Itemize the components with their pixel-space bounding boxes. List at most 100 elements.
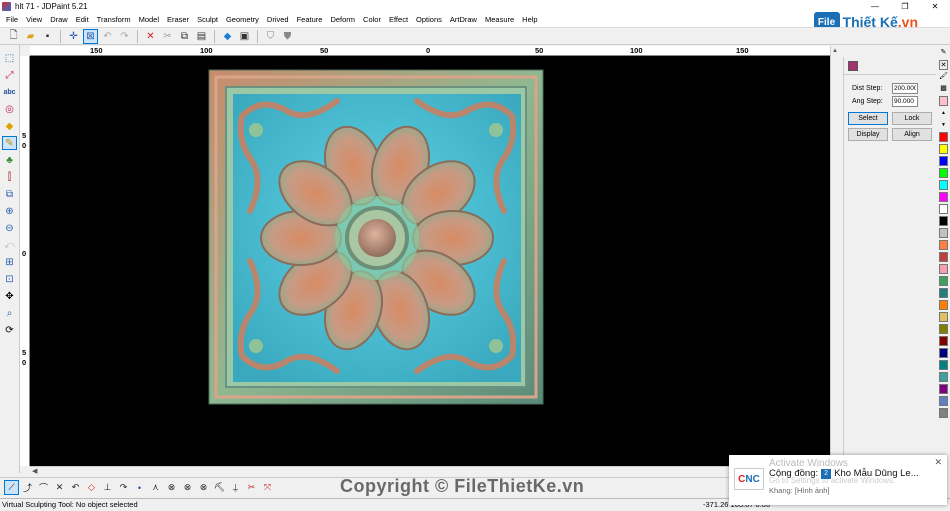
horizontal-scrollbar[interactable]: ◀ ▶ xyxy=(30,466,840,476)
color-swatch[interactable] xyxy=(939,204,948,214)
lock-button[interactable]: Lock xyxy=(892,112,932,125)
menu-measure[interactable]: Measure xyxy=(481,13,518,27)
shield-outline-icon[interactable]: ⛉ xyxy=(263,29,278,44)
select-button[interactable]: Select xyxy=(848,112,888,125)
color-swatch[interactable] xyxy=(939,348,948,358)
tangent-tool-icon[interactable]: ↷ xyxy=(116,480,131,495)
diamond-tool-icon[interactable]: ◇ xyxy=(84,480,99,495)
arc-tool-icon[interactable]: ⌒ xyxy=(36,480,51,495)
knife-tool-icon[interactable]: ⛏ xyxy=(212,480,227,495)
color-swatch[interactable] xyxy=(939,276,948,286)
color-swatch[interactable] xyxy=(939,300,948,310)
drawing-viewport[interactable] xyxy=(30,56,830,466)
pattern-b-icon[interactable]: ⊗ xyxy=(180,480,195,495)
menu-draw[interactable]: Draw xyxy=(46,13,72,27)
text-tool-icon[interactable]: abc xyxy=(2,85,17,99)
redo-icon[interactable]: ↷ xyxy=(117,29,132,44)
pattern-c-icon[interactable]: ⊗ xyxy=(196,480,211,495)
menu-view[interactable]: View xyxy=(22,13,46,27)
polyline-tool-icon[interactable]: ⤴ xyxy=(20,480,35,495)
fill-tool-icon[interactable]: ◆ xyxy=(2,119,17,133)
zoom-out-icon[interactable]: ⊖ xyxy=(2,221,17,235)
ang-step-input[interactable] xyxy=(892,96,918,107)
menu-eraser[interactable]: Eraser xyxy=(163,13,193,27)
line-tool-icon[interactable]: ⟋ xyxy=(4,480,19,495)
color-swatch[interactable] xyxy=(939,252,948,262)
brush-icon[interactable]: 🖌 xyxy=(939,72,948,82)
color-swatch[interactable] xyxy=(939,264,948,274)
color-swatch[interactable] xyxy=(939,168,948,178)
color-swatch[interactable] xyxy=(939,360,948,370)
scroll-left-icon[interactable]: ◀ xyxy=(32,467,37,475)
color-swatch[interactable] xyxy=(939,336,948,346)
no-color-icon[interactable]: ✕ xyxy=(939,60,948,70)
toast-close-icon[interactable]: ✕ xyxy=(934,457,942,468)
display-button[interactable]: Display xyxy=(848,128,888,141)
select-box-icon[interactable]: ⊠ xyxy=(83,28,98,44)
stamp-tool-icon[interactable]: ⍊ xyxy=(228,480,243,495)
color-swatch[interactable] xyxy=(939,288,948,298)
trim-tool-icon[interactable]: ✂ xyxy=(244,480,259,495)
color-swatch[interactable] xyxy=(939,312,948,322)
scroll-up-icon[interactable]: ▲ xyxy=(832,48,838,54)
crosshair-icon[interactable]: ✛ xyxy=(66,29,81,44)
tree-icon[interactable]: ♣ xyxy=(2,153,17,167)
color-swatch[interactable] xyxy=(939,156,948,166)
fork-tool-icon[interactable]: ⋏ xyxy=(148,480,163,495)
magnify-icon[interactable]: ⌕ xyxy=(2,306,17,320)
menu-artdraw[interactable]: ArtDraw xyxy=(446,13,481,27)
menu-geometry[interactable]: Geometry xyxy=(222,13,263,27)
color-swatch[interactable] xyxy=(939,144,948,154)
undo-icon[interactable]: ↶ xyxy=(100,29,115,44)
color-swatch[interactable] xyxy=(939,180,948,190)
zoom-all-icon[interactable]: ⊞ xyxy=(2,255,17,269)
zoom-window-icon[interactable]: ⧉ xyxy=(2,187,17,201)
color-swatch[interactable] xyxy=(939,132,948,142)
shield-filled-icon[interactable]: ⛊ xyxy=(280,29,295,44)
menu-color[interactable]: Color xyxy=(359,13,385,27)
menu-sculpt[interactable]: Sculpt xyxy=(193,13,222,27)
color-fill-icon[interactable]: ◆ xyxy=(220,29,235,44)
new-file-icon[interactable]: 🗋 xyxy=(6,29,21,44)
fill-pattern-icon[interactable]: ▩ xyxy=(939,84,948,94)
open-folder-icon[interactable]: ▰ xyxy=(23,29,38,44)
panel-tool-icon[interactable] xyxy=(848,60,858,71)
zoom-prev-icon[interactable]: ⤺ xyxy=(2,238,17,252)
color-swatch[interactable] xyxy=(939,408,948,418)
color-swatch[interactable] xyxy=(939,228,948,238)
dist-step-input[interactable] xyxy=(892,83,918,94)
save-icon[interactable]: ▪ xyxy=(40,29,55,44)
extend-tool-icon[interactable]: ⤧ xyxy=(260,480,275,495)
menu-drived[interactable]: Drived xyxy=(263,13,293,27)
zoom-select-icon[interactable]: ⊡ xyxy=(2,272,17,286)
menu-model[interactable]: Model xyxy=(135,13,163,27)
sculpt-brush-icon[interactable]: ✎ xyxy=(2,136,17,150)
rotate-view-icon[interactable]: ⟳ xyxy=(2,323,17,337)
color-swatch[interactable] xyxy=(939,324,948,334)
notification-toast[interactable]: CNC ✕ Activate Windows Go to Settings to… xyxy=(729,455,947,505)
close-button[interactable]: ✕ xyxy=(920,0,950,13)
palette-scroll-down-icon[interactable]: ▼ xyxy=(939,120,948,130)
menu-options[interactable]: Options xyxy=(412,13,446,27)
offset-icon[interactable]: ◎ xyxy=(2,102,17,116)
menu-edit[interactable]: Edit xyxy=(72,13,93,27)
chisel-icon[interactable]: ⫿ xyxy=(2,170,17,184)
palette-scroll-up-icon[interactable]: ▲ xyxy=(939,108,948,118)
pen-icon[interactable]: ✎ xyxy=(939,48,948,58)
color-swatch[interactable] xyxy=(939,372,948,382)
color-swatch[interactable] xyxy=(939,192,948,202)
cut-icon[interactable]: ✂ xyxy=(160,29,175,44)
view-3d-icon[interactable]: ▣ xyxy=(237,29,252,44)
select-rect-icon[interactable]: ⬚ xyxy=(2,51,17,65)
menu-effect[interactable]: Effect xyxy=(385,13,412,27)
cross-tool-icon[interactable]: ✕ xyxy=(52,480,67,495)
color-swatch[interactable] xyxy=(939,384,948,394)
align-button[interactable]: Align xyxy=(892,128,932,141)
copy-icon[interactable]: ⧉ xyxy=(177,29,192,44)
color-swatch[interactable] xyxy=(939,96,948,106)
menu-transform[interactable]: Transform xyxy=(93,13,135,27)
vertical-scrollbar[interactable]: ▲ ▼ xyxy=(830,46,840,466)
delete-icon[interactable]: ✕ xyxy=(143,29,158,44)
pattern-a-icon[interactable]: ⊗ xyxy=(164,480,179,495)
curve-tool-icon[interactable]: ↶ xyxy=(68,480,83,495)
